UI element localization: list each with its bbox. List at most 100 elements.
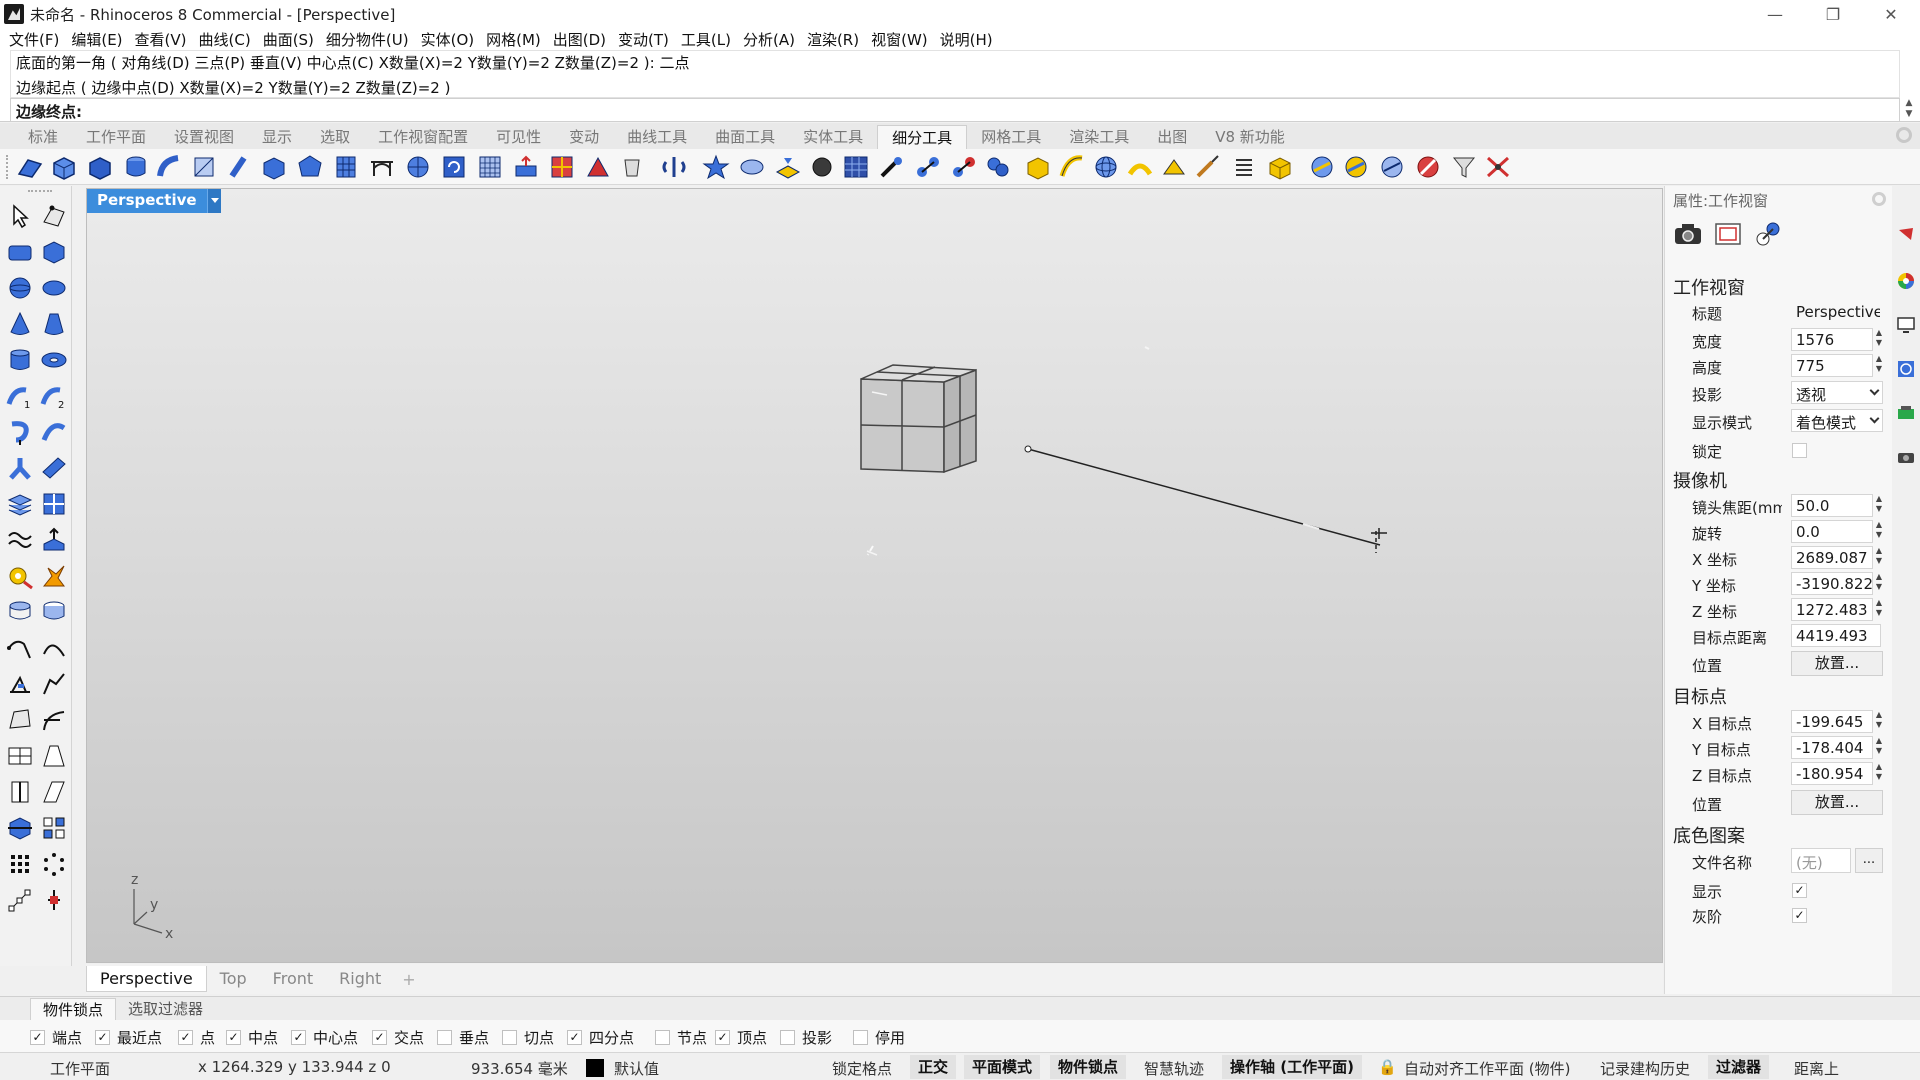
shear-tool-icon[interactable]: [40, 778, 68, 806]
rotation-spinner[interactable]: ▲ ▼: [1874, 520, 1884, 542]
restore-button[interactable]: ❐: [1804, 0, 1862, 28]
subd-cylinder-icon[interactable]: [122, 154, 150, 180]
tab-standard[interactable]: 标准: [14, 125, 72, 149]
camera-z-spinner[interactable]: ▲ ▼: [1874, 598, 1884, 620]
target-y-field[interactable]: -178.404: [1791, 736, 1873, 759]
subd-ring-tool-icon[interactable]: [6, 598, 34, 626]
subd-truncated-cone-tool-icon[interactable]: [40, 310, 68, 338]
width-spinner[interactable]: ▲ ▼: [1874, 328, 1884, 350]
menu-tools[interactable]: 工具(L): [678, 29, 740, 50]
osnap-tangent[interactable]: 切点: [502, 1027, 554, 1048]
target-distance-field[interactable]: 4419.493: [1791, 624, 1881, 647]
tab-selection-filter[interactable]: 选取过滤器: [116, 998, 215, 1020]
add-viewport-tab-button[interactable]: +: [394, 970, 423, 989]
subd-slide-icon[interactable]: [984, 154, 1012, 180]
subd-bridge-icon[interactable]: [368, 154, 396, 180]
camera-place-button[interactable]: 放置...: [1791, 651, 1883, 676]
subd-display-icon[interactable]: [1308, 154, 1336, 180]
subd-cone-tool-icon[interactable]: [6, 310, 34, 338]
perspective-viewport[interactable]: z y x Perspective: [86, 188, 1663, 963]
viewport-title-tab[interactable]: Perspective: [87, 189, 221, 213]
polyline-tool-icon[interactable]: [40, 670, 68, 698]
target-x-spinner[interactable]: ▲ ▼: [1874, 710, 1884, 732]
osnap-checkbox[interactable]: [437, 1030, 452, 1045]
subd-flatten-icon[interactable]: [774, 154, 802, 180]
grid-array-tool-icon[interactable]: [6, 850, 34, 878]
menu-solid[interactable]: 实体(O): [418, 29, 484, 50]
subd-polyhedron-icon[interactable]: [296, 154, 324, 180]
tab-mesh-tools[interactable]: 网格工具: [967, 125, 1055, 149]
subd-cage-icon[interactable]: [842, 154, 870, 180]
osnap-checkbox[interactable]: [655, 1030, 670, 1045]
subd-box-icon[interactable]: [50, 154, 78, 180]
grayscale-checkbox[interactable]: ✓: [1792, 908, 1807, 923]
viewport-title[interactable]: Perspective: [87, 189, 207, 213]
subd-loft-icon[interactable]: [190, 154, 218, 180]
camera-z-field[interactable]: 1272.483: [1791, 598, 1873, 621]
subd-cup-icon[interactable]: [618, 154, 646, 180]
target-x-field[interactable]: -199.645: [1791, 710, 1873, 733]
camera-y-spinner[interactable]: ▲ ▼: [1874, 572, 1884, 594]
tab-perspective[interactable]: Perspective: [86, 966, 207, 992]
subd-cylinder-tool-icon[interactable]: [6, 346, 34, 374]
linear-array-tool-icon[interactable]: [6, 886, 34, 914]
auto-align-cplane-toggle[interactable]: 自动对齐工作平面 (物件): [1404, 1058, 1570, 1079]
osnap-checkbox[interactable]: ✓: [95, 1030, 110, 1045]
subd-loft-1-tool-icon[interactable]: 1: [6, 382, 34, 410]
subd-patch-icon[interactable]: [332, 154, 360, 180]
subd-edit-icon[interactable]: [878, 154, 906, 180]
named-views-icon[interactable]: [1897, 404, 1915, 422]
subd-plane-icon[interactable]: [16, 154, 44, 180]
tab-new-in-v8[interactable]: V8 新功能: [1201, 125, 1299, 149]
subd-frame-tool-icon[interactable]: [40, 490, 68, 518]
title-field[interactable]: Perspective: [1791, 300, 1881, 323]
tab-transform[interactable]: 变动: [555, 125, 613, 149]
command-input[interactable]: [87, 101, 1867, 119]
gear-icon[interactable]: [1872, 192, 1886, 206]
lock-checkbox[interactable]: [1792, 443, 1807, 458]
polar-array-tool-icon[interactable]: [40, 850, 68, 878]
subd-brush-icon[interactable]: [1194, 154, 1222, 180]
subd-drape-icon[interactable]: [1126, 154, 1154, 180]
tab-display[interactable]: 显示: [248, 125, 306, 149]
subd-crease-icon[interactable]: [584, 154, 612, 180]
osnap-point[interactable]: ✓ 点: [178, 1027, 215, 1048]
display-mode-select[interactable]: 着色模式: [1791, 409, 1883, 432]
osnap-near[interactable]: ✓ 最近点: [95, 1027, 162, 1048]
menu-transform[interactable]: 变动(T): [615, 29, 678, 50]
osnap-quad[interactable]: ✓ 四分点: [567, 1027, 634, 1048]
filename-field[interactable]: (无): [1791, 848, 1851, 873]
gumball-toggle[interactable]: 操作轴 (工作平面): [1222, 1055, 1362, 1079]
menu-view[interactable]: 查看(V): [132, 29, 196, 50]
show-checkbox[interactable]: ✓: [1792, 883, 1807, 898]
rotation-field[interactable]: 0.0: [1791, 520, 1873, 543]
subd-extrude-icon[interactable]: [512, 154, 540, 180]
osnap-checkbox[interactable]: ✓: [715, 1030, 730, 1045]
subd-filter-icon[interactable]: [1450, 154, 1478, 180]
chevron-down-icon[interactable]: [206, 189, 221, 213]
tab-set-view[interactable]: 设置视图: [160, 125, 248, 149]
color-wheel-icon[interactable]: [1897, 272, 1915, 290]
height-field[interactable]: 775: [1791, 354, 1873, 377]
subd-pipe-icon[interactable]: [156, 154, 184, 180]
osnap-checkbox[interactable]: ✓: [372, 1030, 387, 1045]
subd-fill-icon[interactable]: [1160, 154, 1188, 180]
osnap-checkbox[interactable]: [502, 1030, 517, 1045]
target-z-field[interactable]: -180.954: [1791, 762, 1873, 785]
camera-icon[interactable]: [1673, 220, 1703, 248]
tab-viewport-layout[interactable]: 工作视窗配置: [364, 125, 482, 149]
subd-wave-tool-icon[interactable]: [6, 526, 34, 554]
osnap-disable[interactable]: 停用: [853, 1027, 905, 1048]
menu-edit[interactable]: 编辑(E): [68, 29, 131, 50]
subd-torus-tool-icon[interactable]: [40, 346, 68, 374]
viewport-scene[interactable]: z y x: [87, 189, 1663, 963]
filter-toggle[interactable]: 过滤器: [1708, 1055, 1770, 1079]
toolbar-grip[interactable]: [28, 190, 52, 194]
surface-tool-icon[interactable]: [6, 706, 34, 734]
command-line[interactable]: 边缘终点:: [10, 98, 1900, 122]
target-z-spinner[interactable]: ▲ ▼: [1874, 762, 1884, 784]
osnap-end[interactable]: ✓ 端点: [30, 1027, 82, 1048]
transform-tool-icon[interactable]: [6, 814, 34, 842]
osnap-intersection[interactable]: ✓ 交点: [372, 1027, 424, 1048]
tab-front[interactable]: Front: [260, 966, 326, 992]
